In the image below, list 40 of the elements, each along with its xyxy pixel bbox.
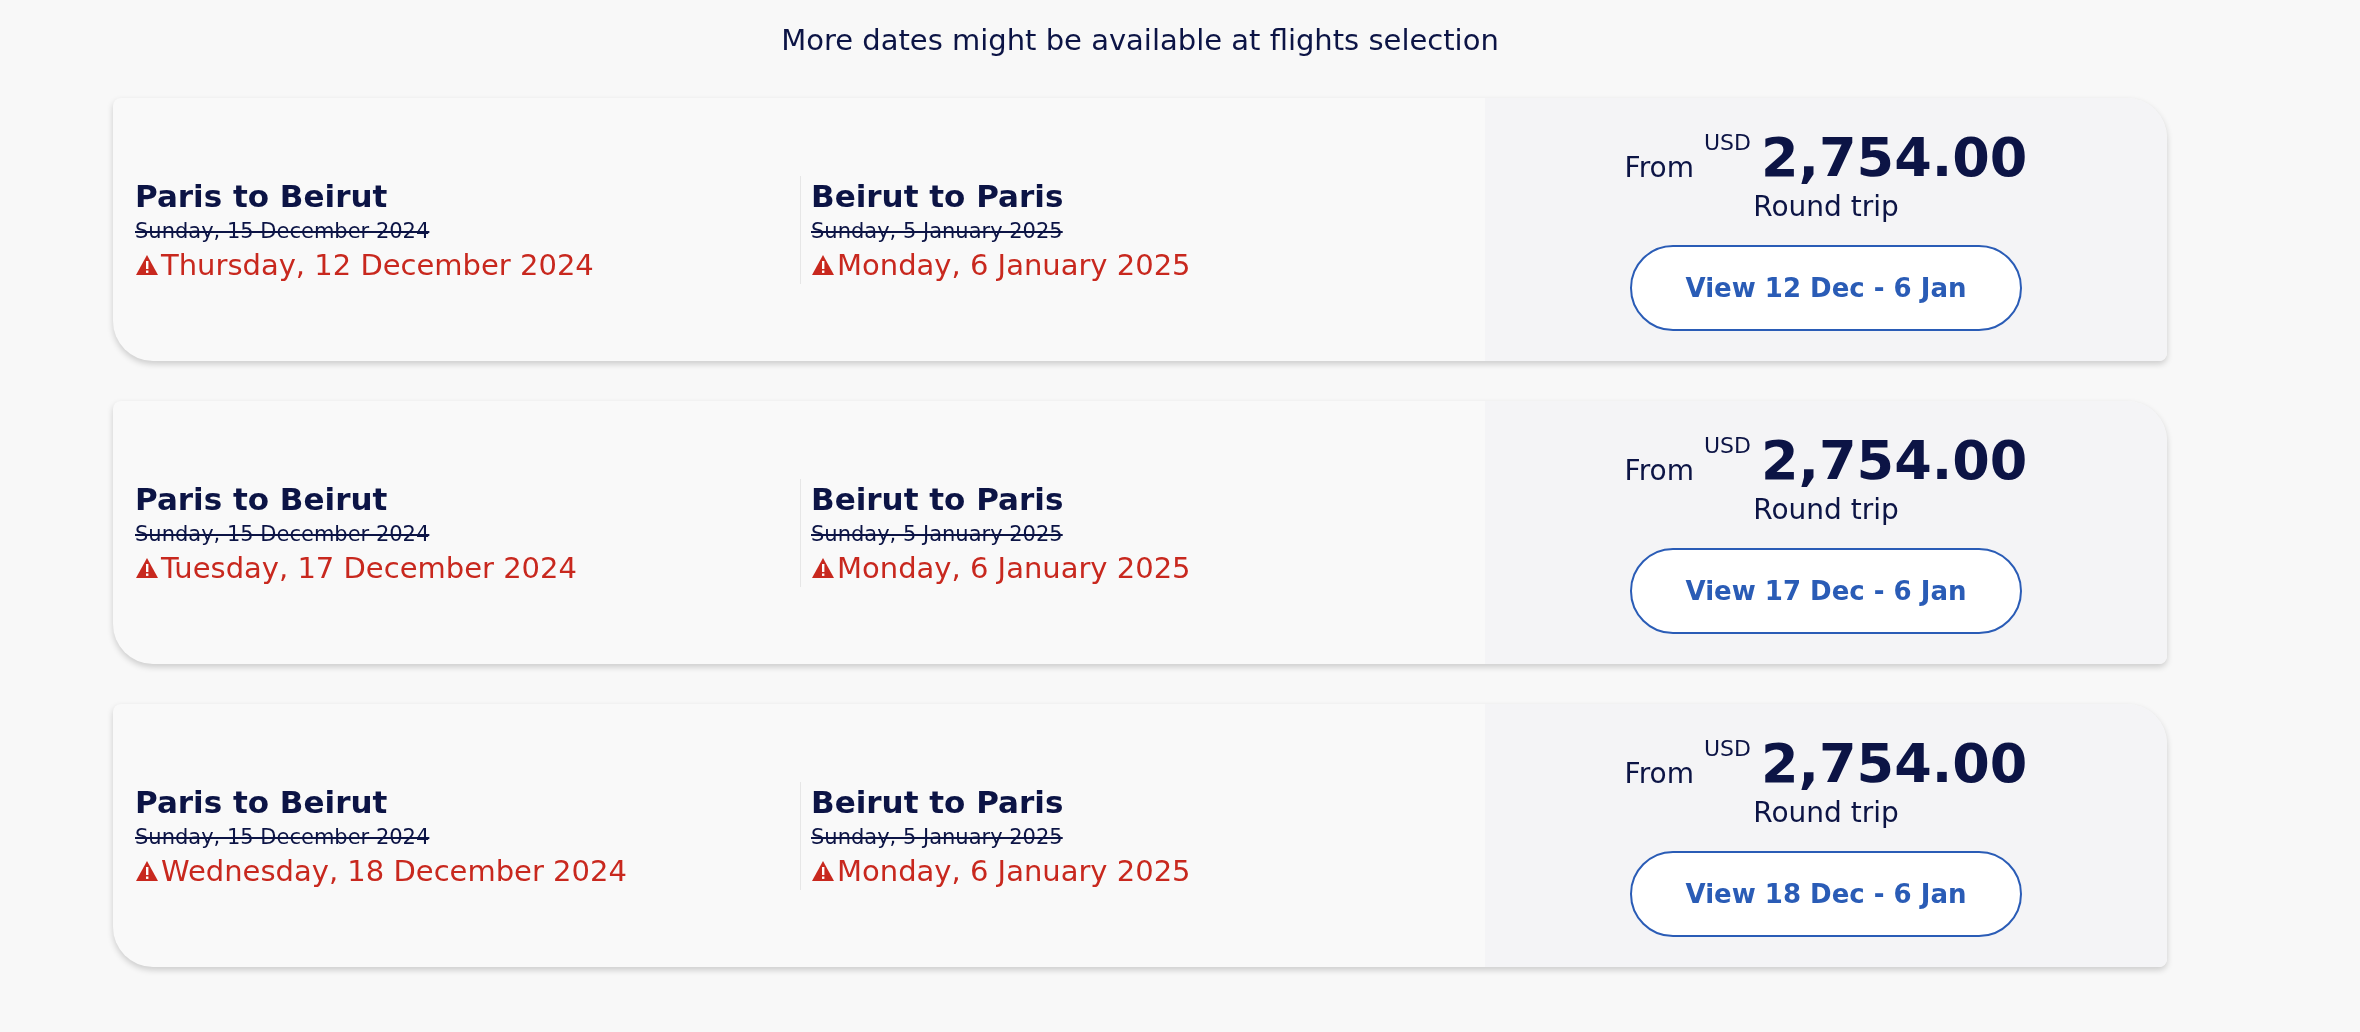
route-title: Beirut to Paris xyxy=(811,782,1065,822)
currency-label: USD xyxy=(1703,130,1751,155)
warning-icon xyxy=(811,556,835,579)
view-dates-button[interactable]: View 12 Dec - 6 Jan xyxy=(1630,245,2022,331)
original-date: Sunday, 5 January 2025 xyxy=(811,823,1064,851)
trip-type: Round trip xyxy=(1753,493,1899,526)
new-date: Monday, 6 January 2025 xyxy=(837,549,1191,587)
new-date: Wednesday, 18 December 2024 xyxy=(161,852,627,890)
route-title: Beirut to Paris xyxy=(811,176,1065,216)
route-title: Paris to Beirut xyxy=(135,782,389,822)
new-date: Thursday, 12 December 2024 xyxy=(161,246,594,284)
original-date: Sunday, 15 December 2024 xyxy=(135,520,431,548)
warning-icon xyxy=(135,859,159,882)
price-amount: 2,754.00 xyxy=(1760,734,2028,794)
from-label: From xyxy=(1624,454,1694,487)
warning-icon xyxy=(811,253,835,276)
warning-icon xyxy=(135,556,159,579)
new-date: Monday, 6 January 2025 xyxy=(837,852,1191,890)
price-amount: 2,754.00 xyxy=(1760,128,2028,188)
view-dates-button[interactable]: View 18 Dec - 6 Jan xyxy=(1630,851,2022,937)
route-title: Paris to Beirut xyxy=(135,176,389,216)
new-date: Monday, 6 January 2025 xyxy=(837,246,1191,284)
original-date: Sunday, 5 January 2025 xyxy=(811,217,1064,245)
price-amount: 2,754.00 xyxy=(1760,431,2028,491)
trip-type: Round trip xyxy=(1753,190,1899,223)
currency-label: USD xyxy=(1703,736,1751,761)
original-date: Sunday, 15 December 2024 xyxy=(135,823,431,851)
original-date: Sunday, 15 December 2024 xyxy=(135,217,431,245)
from-label: From xyxy=(1624,757,1694,790)
route-title: Paris to Beirut xyxy=(135,479,389,519)
warning-icon xyxy=(811,859,835,882)
currency-label: USD xyxy=(1703,433,1751,458)
view-dates-button[interactable]: View 17 Dec - 6 Jan xyxy=(1630,548,2022,634)
trip-type: Round trip xyxy=(1753,796,1899,829)
warning-icon xyxy=(135,253,159,276)
notice-text: More dates might be available at flights selection xyxy=(780,22,1500,59)
new-date: Tuesday, 17 December 2024 xyxy=(161,549,577,587)
from-label: From xyxy=(1624,151,1694,184)
original-date: Sunday, 5 January 2025 xyxy=(811,520,1064,548)
route-title: Beirut to Paris xyxy=(811,479,1065,519)
